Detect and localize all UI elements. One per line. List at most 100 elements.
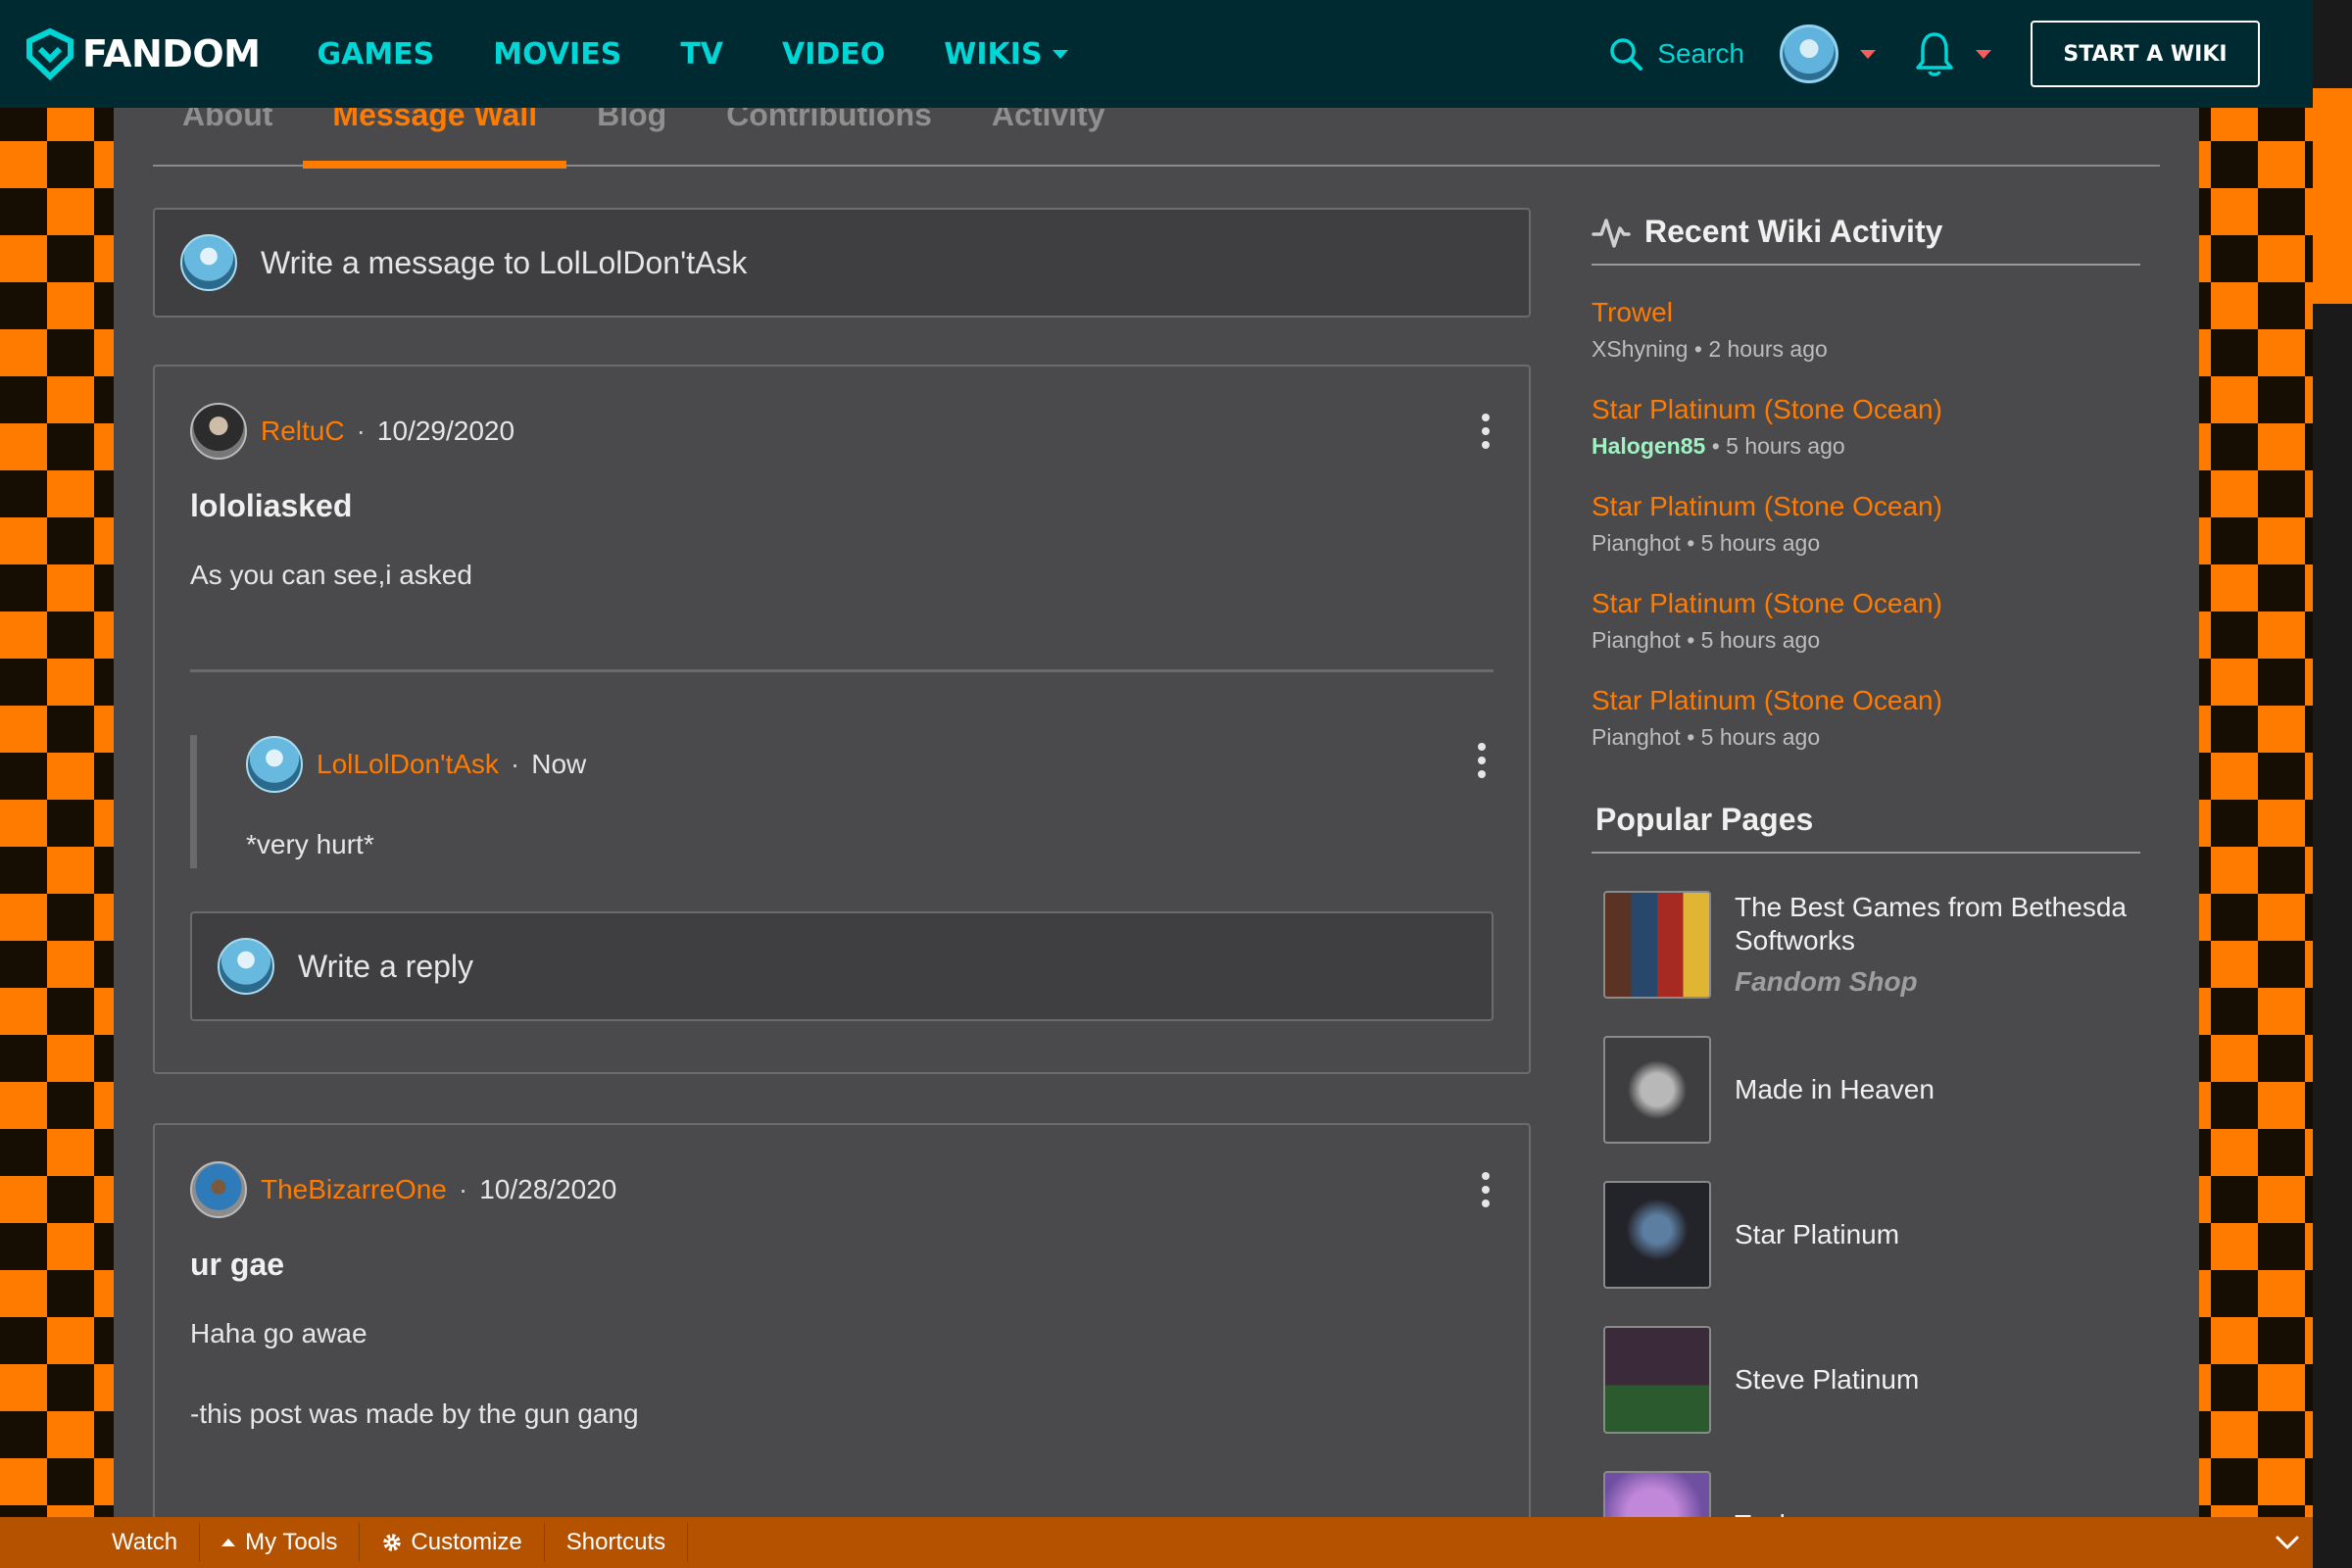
activity-item: Trowel XShyning • 2 hours ago — [1592, 297, 2140, 363]
separator: • — [1687, 530, 1695, 556]
nav-links: GAMES MOVIES TV VIDEO WIKIS — [317, 37, 1126, 72]
toolbar-shortcuts[interactable]: Shortcuts — [545, 1523, 689, 1562]
kebab-icon[interactable] — [1482, 1172, 1490, 1207]
activity-user[interactable]: Halogen85 — [1592, 433, 1705, 459]
page-thumbnail[interactable] — [1603, 1326, 1711, 1434]
bell-icon[interactable] — [1915, 30, 1954, 77]
toolbar-watch[interactable]: Watch — [90, 1523, 201, 1562]
fandom-logo-icon — [26, 27, 74, 80]
post-header: ReltuC · 10/29/2020 — [190, 402, 1494, 461]
toolbar-my-tools[interactable]: My Tools — [200, 1523, 361, 1562]
nav-link-movies[interactable]: MOVIES — [493, 37, 621, 72]
global-nav: FANDOM GAMES MOVIES TV VIDEO WIKIS Searc… — [0, 0, 2313, 108]
search-icon — [1610, 38, 1643, 71]
write-reply-box[interactable]: Write a reply — [190, 911, 1494, 1021]
post-title: ur gae — [190, 1247, 285, 1282]
popular-page-title[interactable]: The Best Games from Bethesda Softworks — [1735, 891, 2140, 957]
nav-link-tv[interactable]: TV — [680, 37, 723, 72]
page-thumbnail[interactable] — [1603, 1181, 1711, 1289]
post-author[interactable]: TheBizarreOne — [261, 1174, 447, 1205]
activity-time: 5 hours ago — [1700, 530, 1821, 556]
reply-header: LolLolDon'tAsk · Now — [246, 735, 1494, 794]
activity-user[interactable]: Pianghot — [1592, 530, 1681, 556]
user-avatar[interactable] — [1780, 24, 1838, 83]
nav-link-games[interactable]: GAMES — [317, 37, 434, 72]
popular-page-title[interactable]: Star Platinum — [1735, 1218, 1899, 1251]
nav-link-video[interactable]: VIDEO — [782, 37, 885, 72]
activity-page-link[interactable]: Trowel — [1592, 297, 2140, 328]
activity-user[interactable]: Pianghot — [1592, 627, 1681, 653]
popular-page-title[interactable]: Steve Platinum — [1735, 1363, 1919, 1396]
popular-page-item[interactable]: Star Platinum — [1592, 1181, 2140, 1289]
popular-page-item[interactable]: Made in Heaven — [1592, 1036, 2140, 1144]
popular-page-item[interactable]: Tusk — [1592, 1471, 2140, 1519]
start-a-wiki-button[interactable]: START A WIKI — [2031, 21, 2260, 87]
chevron-down-icon — [1052, 49, 1068, 59]
user-menu-chevron-icon[interactable] — [1860, 49, 1876, 59]
toolbar-customize-label: Customize — [411, 1529, 522, 1555]
popular-pages: Popular Pages The Best Games from Bethes… — [1592, 802, 2140, 1519]
kebab-icon[interactable] — [1478, 743, 1486, 778]
separator: • — [1687, 627, 1695, 653]
fandom-logo-text: FANDOM — [82, 32, 261, 75]
message-thread: TheBizarreOne · 10/28/2020 ur gae Haha g… — [153, 1123, 1531, 1568]
activity-page-link[interactable]: Star Platinum (Stone Ocean) — [1592, 491, 2140, 522]
reply-date[interactable]: Now — [531, 749, 586, 780]
page-thumbnail[interactable] — [1603, 1036, 1711, 1144]
activity-item: Star Platinum (Stone Ocean) Halogen85 • … — [1592, 394, 2140, 460]
post-header: TheBizarreOne · 10/28/2020 — [190, 1160, 1494, 1219]
recent-activity-label: Recent Wiki Activity — [1644, 214, 1943, 249]
activity-page-link[interactable]: Star Platinum (Stone Ocean) — [1592, 685, 2140, 716]
nav-right: Search START A WIKI — [1608, 21, 2260, 87]
recent-wiki-activity: Recent Wiki Activity Trowel XShyning • 2… — [1592, 214, 2140, 751]
search-label: Search — [1657, 38, 1744, 69]
avatar — [218, 938, 274, 995]
recent-activity-title: Recent Wiki Activity — [1592, 214, 2140, 266]
tab-message-wall[interactable]: Message Wall — [303, 99, 566, 169]
avatar[interactable] — [190, 1161, 247, 1218]
activity-page-link[interactable]: Star Platinum (Stone Ocean) — [1592, 588, 2140, 619]
avatar — [180, 234, 237, 291]
separator: · — [510, 749, 520, 779]
activity-user[interactable]: Pianghot — [1592, 724, 1681, 750]
popular-page-item[interactable]: Steve Platinum — [1592, 1326, 2140, 1434]
page-scrollbar[interactable] — [2313, 0, 2352, 1568]
popular-page-item[interactable]: The Best Games from Bethesda Softworks F… — [1592, 891, 2140, 999]
popular-page-source: Fandom Shop — [1735, 966, 1918, 997]
post-author[interactable]: ReltuC — [261, 416, 345, 447]
activity-icon — [1592, 218, 1631, 248]
search-button[interactable]: Search — [1608, 36, 1744, 72]
popular-pages-title: Popular Pages — [1592, 802, 2140, 854]
tab-about[interactable]: About — [153, 99, 302, 167]
compose-message-box[interactable]: Write a message to LolLolDon'tAsk — [153, 208, 1531, 318]
gear-icon — [383, 1534, 402, 1551]
avatar[interactable] — [246, 736, 303, 793]
popular-page-title[interactable]: Made in Heaven — [1735, 1073, 1935, 1106]
notifications-chevron-icon[interactable] — [1976, 49, 1991, 59]
reply-author[interactable]: LolLolDon'tAsk — [317, 749, 499, 780]
activity-user[interactable]: XShyning — [1592, 336, 1688, 362]
avatar[interactable] — [190, 403, 247, 460]
message-thread: ReltuC · 10/29/2020 lololiasked As you c… — [153, 365, 1531, 1074]
page-thumbnail[interactable] — [1603, 1471, 1711, 1519]
scrollbar-thumb[interactable] — [2313, 88, 2352, 304]
kebab-icon[interactable] — [1482, 414, 1490, 449]
tab-blog[interactable]: Blog — [567, 99, 696, 167]
activity-time: 5 hours ago — [1726, 433, 1845, 459]
nav-link-wikis-label: WIKIS — [944, 36, 1043, 72]
chevron-down-icon[interactable] — [2274, 1529, 2301, 1556]
toolbar-customize[interactable]: Customize — [360, 1523, 545, 1562]
activity-page-link[interactable]: Star Platinum (Stone Ocean) — [1592, 394, 2140, 425]
post-date[interactable]: 10/28/2020 — [479, 1174, 616, 1205]
fandom-logo[interactable]: FANDOM — [24, 27, 261, 80]
post-body: Haha go awae — [190, 1318, 368, 1348]
tab-activity[interactable]: Activity — [962, 99, 1135, 167]
divider — [190, 669, 1494, 672]
post-date[interactable]: 10/29/2020 — [377, 416, 514, 447]
write-reply-placeholder: Write a reply — [298, 948, 474, 984]
page-thumbnail[interactable] — [1603, 891, 1711, 999]
nav-link-wikis[interactable]: WIKIS — [944, 36, 1068, 72]
separator: • — [1687, 724, 1695, 750]
tab-contributions[interactable]: Contributions — [697, 99, 961, 167]
toolbar-my-tools-label: My Tools — [245, 1529, 338, 1555]
